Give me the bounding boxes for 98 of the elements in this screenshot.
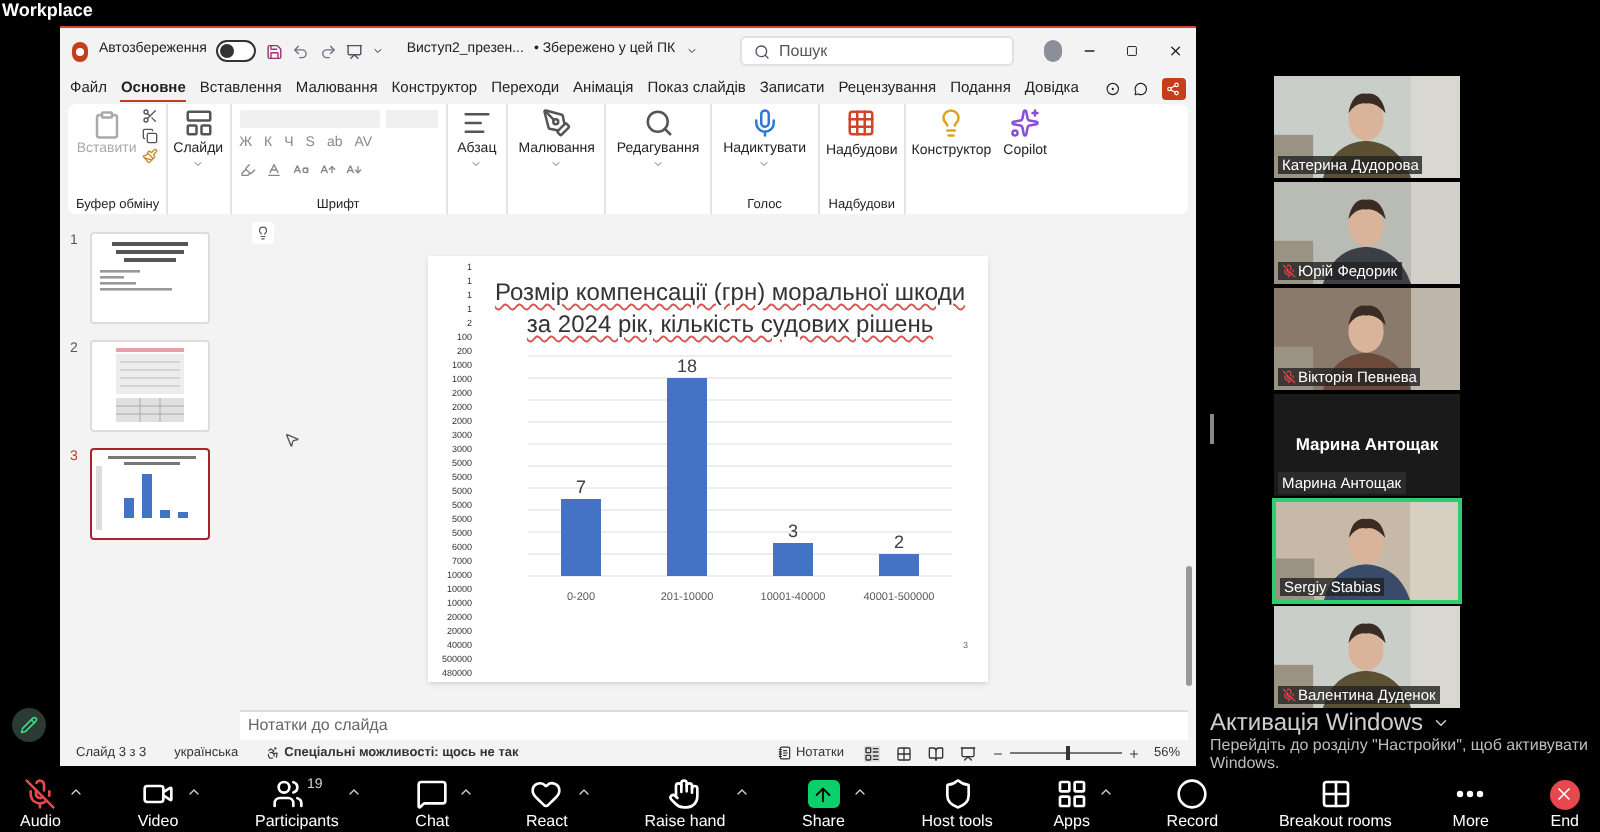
caret-icon[interactable]	[346, 784, 363, 800]
edit-icon	[643, 108, 674, 138]
bar	[561, 499, 601, 576]
record-icon[interactable]	[1106, 79, 1121, 97]
change-case-icon[interactable]	[291, 161, 310, 177]
participants-icon	[271, 778, 304, 810]
chart-title: Розмір компенсації (грн) моральної шкоди за 2024 рік, кількість судових рішень	[492, 276, 968, 340]
caret-icon[interactable]	[1431, 714, 1450, 732]
caret-icon	[652, 158, 665, 170]
app-logo-icon	[72, 41, 89, 61]
autosave-toggle[interactable]	[216, 40, 256, 62]
bar	[879, 554, 919, 576]
search-input[interactable]: Пошук	[779, 39, 1000, 63]
caret-icon[interactable]	[186, 784, 203, 800]
shrink-font-icon[interactable]	[345, 161, 362, 177]
caret-icon	[470, 158, 483, 170]
record-icon	[1176, 778, 1209, 810]
react-button[interactable]: React	[517, 776, 576, 830]
react-icon	[530, 778, 563, 810]
designer-button[interactable]	[252, 222, 274, 244]
accessibility-icon	[266, 746, 281, 760]
more-button[interactable]: More	[1444, 776, 1498, 830]
share-icon	[807, 780, 840, 808]
end-button[interactable]: End	[1541, 776, 1588, 830]
caret-icon	[758, 158, 771, 170]
breakout-icon	[1319, 778, 1352, 810]
chat-button[interactable]: Chat	[407, 776, 458, 830]
caret-icon[interactable]	[733, 784, 750, 800]
caret-icon	[550, 158, 563, 170]
caret-icon[interactable]	[1097, 784, 1114, 800]
microphone-icon	[749, 108, 780, 138]
app-title: Workplace	[0, 0, 93, 22]
grow-font-icon[interactable]	[319, 161, 336, 177]
presentation-icon[interactable]	[345, 41, 363, 61]
undo-icon[interactable]	[292, 41, 310, 61]
caret-icon[interactable]	[68, 784, 85, 800]
data-label: 7	[576, 477, 586, 497]
host-tools-button[interactable]: Host tools	[913, 776, 1001, 830]
audio-button[interactable]: Audio	[12, 776, 69, 830]
record-button[interactable]: Record	[1158, 776, 1227, 830]
share-button[interactable]	[1161, 77, 1186, 99]
share-button[interactable]: Share	[794, 776, 853, 830]
search-icon	[753, 43, 770, 59]
grid-icon	[846, 108, 877, 138]
slide-sorter-icon[interactable]	[895, 745, 912, 761]
chat-icon	[416, 778, 449, 810]
save-icon[interactable]	[265, 41, 283, 61]
font-color-icon[interactable]	[265, 161, 282, 177]
zoom-thumb[interactable]	[1065, 746, 1070, 760]
data-label: 2	[894, 532, 904, 552]
highlighter-icon[interactable]	[239, 161, 256, 177]
participant-display-name: Марина Антощак	[1295, 432, 1439, 458]
bar	[773, 543, 813, 576]
clipboard-icon	[91, 110, 122, 140]
data-label: 3	[788, 521, 798, 541]
slide-layout-icon	[183, 108, 214, 138]
user-avatar[interactable]	[1043, 40, 1062, 62]
activation-message: Перейдіть до розділу "Настройки", щоб активувати Windows.	[1210, 736, 1590, 772]
raise-hand-button[interactable]: Raise hand	[636, 776, 734, 830]
cursor-icon	[284, 432, 300, 448]
scroll-indicator	[1210, 414, 1214, 444]
close-icon	[1549, 779, 1580, 809]
data-label: 18	[677, 356, 697, 376]
normal-view-icon[interactable]	[863, 745, 880, 761]
host-tools-icon	[941, 778, 974, 810]
breakout-button[interactable]: Breakout rooms	[1270, 776, 1400, 830]
share-icon	[1166, 81, 1181, 95]
paragraph-icon	[461, 108, 492, 138]
comment-icon[interactable]	[1134, 79, 1148, 97]
notes-icon	[777, 746, 792, 760]
scrollbar-thumb[interactable]	[1186, 566, 1192, 686]
caret-icon[interactable]	[457, 784, 474, 800]
raise-hand-icon	[668, 778, 701, 810]
draw-icon	[541, 108, 572, 138]
slide-thumbnail[interactable]	[90, 448, 210, 540]
copy-icon[interactable]	[142, 128, 159, 144]
pencil-icon	[20, 716, 38, 734]
apps-icon	[1055, 778, 1088, 810]
sparkles-icon	[1010, 108, 1041, 138]
close-icon[interactable]	[1168, 42, 1184, 60]
caret-icon[interactable]	[852, 784, 869, 800]
zoom-out-icon[interactable]	[991, 747, 1004, 759]
annotate-button[interactable]	[12, 708, 46, 742]
cut-icon[interactable]	[142, 108, 159, 124]
search-field[interactable]: Пошук	[739, 36, 1014, 66]
apps-button[interactable]: Apps	[1045, 776, 1098, 830]
reading-view-icon[interactable]	[927, 745, 944, 761]
zoom-in-icon[interactable]	[1127, 747, 1140, 759]
slideshow-icon[interactable]	[959, 745, 976, 761]
activation-title: Активація Windows	[1210, 710, 1424, 736]
lightbulb-icon	[256, 226, 270, 240]
redo-icon[interactable]	[319, 41, 336, 61]
notes-placeholder[interactable]: Нотатки до слайда	[248, 714, 388, 738]
video-button[interactable]: Video	[129, 776, 187, 830]
maximize-icon[interactable]	[1126, 44, 1139, 58]
more-icon	[1456, 790, 1485, 798]
caret-icon	[192, 158, 205, 170]
caret-icon[interactable]	[575, 784, 592, 800]
